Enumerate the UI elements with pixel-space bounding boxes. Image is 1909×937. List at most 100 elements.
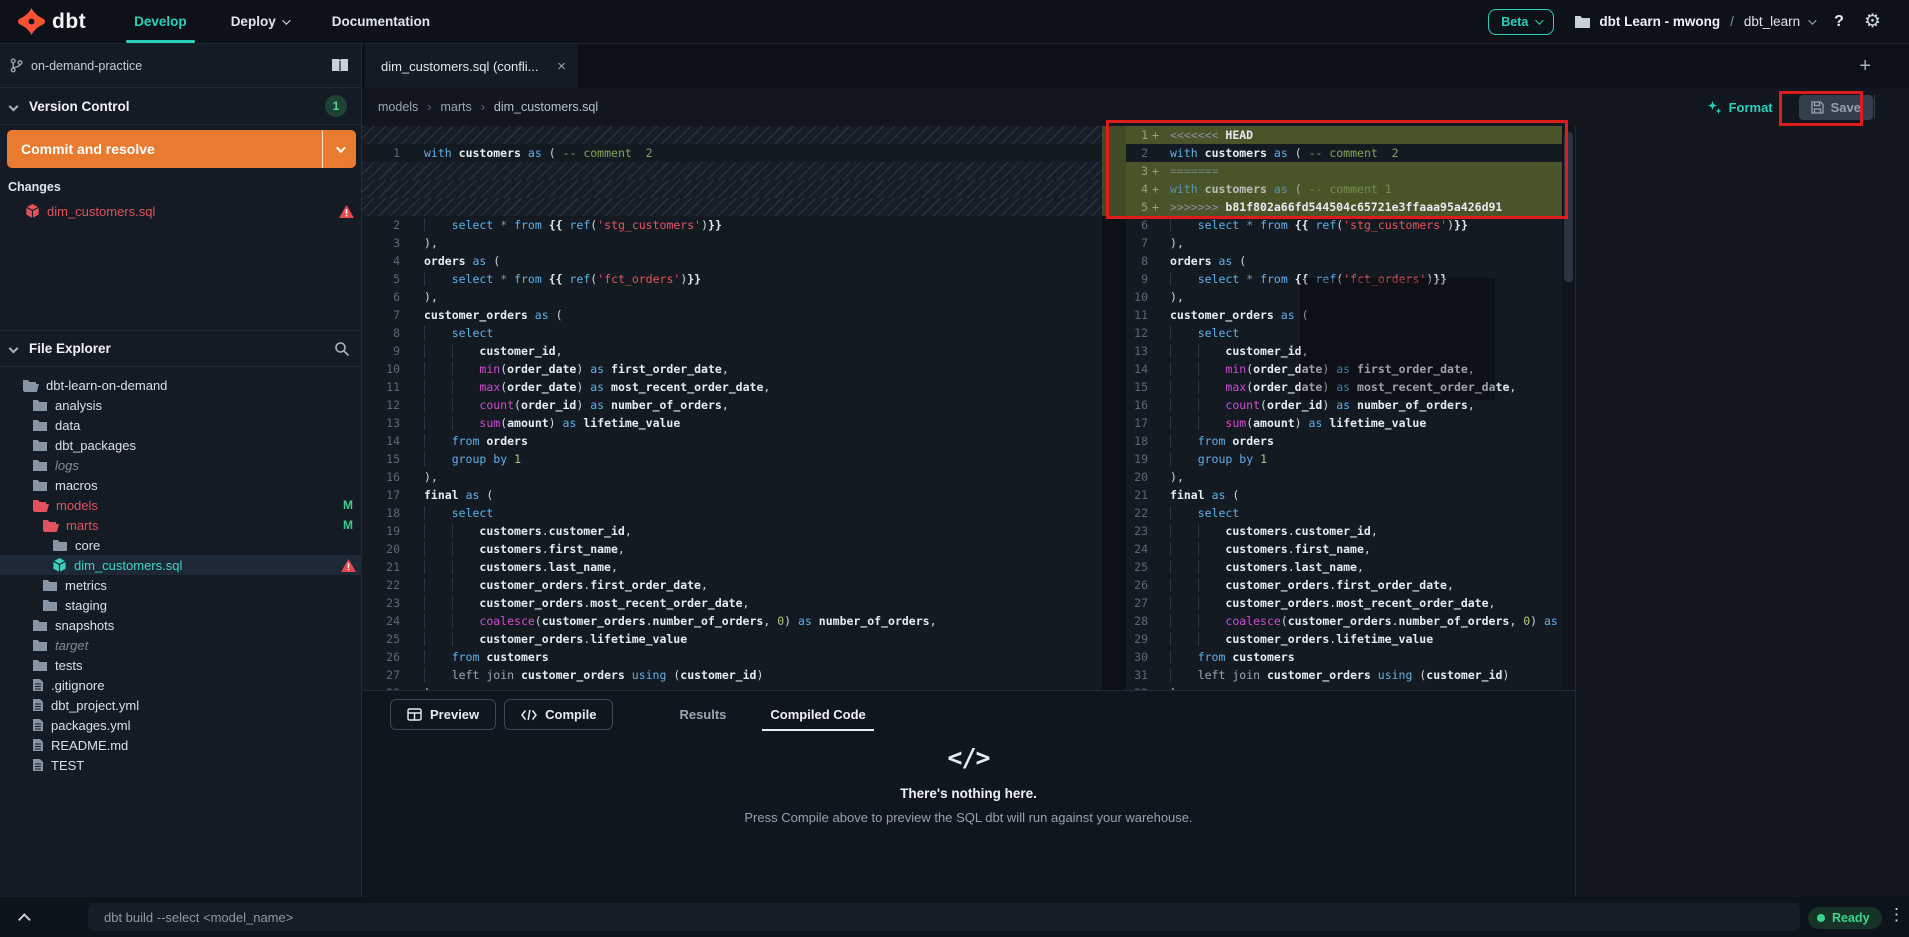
preview-button[interactable]: Preview: [390, 699, 496, 730]
dbt-logo[interactable]: dbt: [0, 8, 104, 35]
incoming-line-29[interactable]: 29 customer_orders.lifetime_value: [1126, 630, 1575, 648]
incoming-line-20[interactable]: 20),: [1126, 468, 1575, 486]
current-line-4[interactable]: 4orders as (: [362, 252, 1102, 270]
current-line-16[interactable]: 16),: [362, 468, 1102, 486]
tree-file-packages-yml[interactable]: packages.yml: [0, 715, 362, 735]
tree-file-dbt-project-yml[interactable]: dbt_project.yml: [0, 695, 362, 715]
incoming-line-23[interactable]: 23 customers.customer_id,: [1126, 522, 1575, 540]
current-line-14[interactable]: 14 from orders: [362, 432, 1102, 450]
current-line-5[interactable]: 5 select * from {{ ref('fct_orders')}}: [362, 270, 1102, 288]
current-line-18[interactable]: 18 select: [362, 504, 1102, 522]
tab-dim-customers[interactable]: dim_customers.sql (confli... ×: [365, 44, 578, 88]
version-control-header[interactable]: Version Control 1: [0, 88, 361, 125]
tree-folder-macros[interactable]: macros: [0, 475, 362, 495]
current-line-3[interactable]: 3),: [362, 234, 1102, 252]
kebab-menu-icon[interactable]: ⋮: [1888, 905, 1905, 925]
current-line-12[interactable]: 12 count(order_id) as number_of_orders,: [362, 396, 1102, 414]
incoming-line-17[interactable]: 17 sum(amount) as lifetime_value: [1126, 414, 1575, 432]
format-button[interactable]: Format: [1707, 100, 1773, 115]
incoming-line-22[interactable]: 22 select: [1126, 504, 1575, 522]
current-line-13[interactable]: 13 sum(amount) as lifetime_value: [362, 414, 1102, 432]
current-line-23[interactable]: 23 customer_orders.most_recent_order_dat…: [362, 594, 1102, 612]
incoming-line-31[interactable]: 31 left join customer_orders using (cust…: [1126, 666, 1575, 684]
command-input[interactable]: [88, 903, 1800, 931]
current-line-10[interactable]: 10 min(order_date) as first_order_date,: [362, 360, 1102, 378]
changed-file-item[interactable]: dim_customers.sql: [0, 201, 362, 221]
incoming-line-6[interactable]: 6 select * from {{ ref('stg_customers')}…: [1126, 216, 1575, 234]
current-line-22[interactable]: 22 customer_orders.first_order_date,: [362, 576, 1102, 594]
tab-results[interactable]: Results: [657, 691, 748, 738]
current-line-27[interactable]: 27 left join customer_orders using (cust…: [362, 666, 1102, 684]
tree-folder-tests[interactable]: tests: [0, 655, 362, 675]
tree-file-test[interactable]: TEST: [0, 755, 362, 775]
current-line-9[interactable]: 9 customer_id,: [362, 342, 1102, 360]
diff-filler-row[interactable]: [362, 198, 1102, 216]
tree-folder-marts[interactable]: martsM: [0, 515, 362, 535]
tree-file--gitignore[interactable]: .gitignore: [0, 675, 362, 695]
editor-scrollbar[interactable]: [1562, 126, 1575, 690]
tree-folder-data[interactable]: data: [0, 415, 362, 435]
incoming-line-30[interactable]: 30 from customers: [1126, 648, 1575, 666]
nav-item-documentation[interactable]: Documentation: [314, 0, 448, 43]
incoming-line-4[interactable]: 4+with customers as ( -- comment 1: [1126, 180, 1575, 198]
tree-file-dim-customers-sql[interactable]: dim_customers.sql: [0, 555, 362, 575]
incoming-line-2[interactable]: 2with customers as ( -- comment 2: [1126, 144, 1575, 162]
diff-filler-row[interactable]: [362, 180, 1102, 198]
tree-folder-target[interactable]: target: [0, 635, 362, 655]
incoming-line-21[interactable]: 21final as (: [1126, 486, 1575, 504]
nav-item-develop[interactable]: Develop: [116, 0, 205, 43]
incoming-line-5[interactable]: 5+>>>>>>> b81f802a66fd544504c65721e3ffaa…: [1126, 198, 1575, 216]
incoming-line-7[interactable]: 7),: [1126, 234, 1575, 252]
tree-folder-analysis[interactable]: analysis: [0, 395, 362, 415]
incoming-line-26[interactable]: 26 customer_orders.first_order_date,: [1126, 576, 1575, 594]
nav-item-deploy[interactable]: Deploy: [213, 0, 306, 43]
tree-folder-core[interactable]: core: [0, 535, 362, 555]
current-line-21[interactable]: 21 customers.last_name,: [362, 558, 1102, 576]
commit-options-dropdown[interactable]: [322, 130, 356, 168]
tree-folder-staging[interactable]: staging: [0, 595, 362, 615]
breadcrumb-item[interactable]: dim_customers.sql: [494, 100, 598, 114]
help-button[interactable]: ?: [1834, 13, 1844, 31]
current-line-11[interactable]: 11 max(order_date) as most_recent_order_…: [362, 378, 1102, 396]
chevron-up-icon[interactable]: [18, 913, 31, 926]
tree-folder-dbt-packages[interactable]: dbt_packages: [0, 435, 362, 455]
current-line-6[interactable]: 6),: [362, 288, 1102, 306]
incoming-line-19[interactable]: 19 group by 1: [1126, 450, 1575, 468]
current-line-24[interactable]: 24 coalesce(customer_orders.number_of_or…: [362, 612, 1102, 630]
git-branch-row[interactable]: on-demand-practice: [0, 44, 361, 88]
current-line-17[interactable]: 17final as (: [362, 486, 1102, 504]
search-icon[interactable]: [334, 341, 350, 357]
diff-filler-row[interactable]: [362, 126, 1102, 144]
file-explorer-header[interactable]: File Explorer: [0, 330, 362, 367]
close-icon[interactable]: ×: [557, 58, 566, 75]
tree-folder-logs[interactable]: logs: [0, 455, 362, 475]
beta-dropdown[interactable]: Beta: [1488, 9, 1554, 35]
incoming-line-8[interactable]: 8orders as (: [1126, 252, 1575, 270]
breadcrumb-item[interactable]: marts: [440, 100, 471, 114]
incoming-line-28[interactable]: 28 coalesce(customer_orders.number_of_or…: [1126, 612, 1575, 630]
diff-filler-row[interactable]: [362, 162, 1102, 180]
current-line-25[interactable]: 25 customer_orders.lifetime_value: [362, 630, 1102, 648]
current-line-2[interactable]: 2 select * from {{ ref('stg_customers')}…: [362, 216, 1102, 234]
breadcrumb-item[interactable]: models: [378, 100, 418, 114]
incoming-line-27[interactable]: 27 customer_orders.most_recent_order_dat…: [1126, 594, 1575, 612]
tree-folder-snapshots[interactable]: snapshots: [0, 615, 362, 635]
tree-folder-models[interactable]: modelsM: [0, 495, 362, 515]
tree-folder-dbt-learn-on-demand[interactable]: dbt-learn-on-demand: [0, 375, 362, 395]
save-button[interactable]: Save: [1799, 95, 1873, 120]
settings-gear-button[interactable]: ⚙: [1864, 12, 1881, 31]
current-line-19[interactable]: 19 customers.customer_id,: [362, 522, 1102, 540]
incoming-line-1[interactable]: 1+<<<<<<< HEAD: [1126, 126, 1575, 144]
docs-book-icon[interactable]: [331, 58, 349, 73]
new-tab-button[interactable]: +: [1859, 44, 1871, 88]
tree-file-readme-md[interactable]: README.md: [0, 735, 362, 755]
project-breadcrumb[interactable]: dbt Learn - mwong / dbt_learn: [1574, 14, 1814, 29]
commit-and-resolve-button[interactable]: Commit and resolve: [7, 130, 356, 168]
current-line-20[interactable]: 20 customers.first_name,: [362, 540, 1102, 558]
current-line-15[interactable]: 15 group by 1: [362, 450, 1102, 468]
current-line-7[interactable]: 7customer_orders as (: [362, 306, 1102, 324]
incoming-line-24[interactable]: 24 customers.first_name,: [1126, 540, 1575, 558]
current-line-1[interactable]: 1with customers as ( -- comment 2: [362, 144, 1102, 162]
incoming-line-25[interactable]: 25 customers.last_name,: [1126, 558, 1575, 576]
tree-folder-metrics[interactable]: metrics: [0, 575, 362, 595]
